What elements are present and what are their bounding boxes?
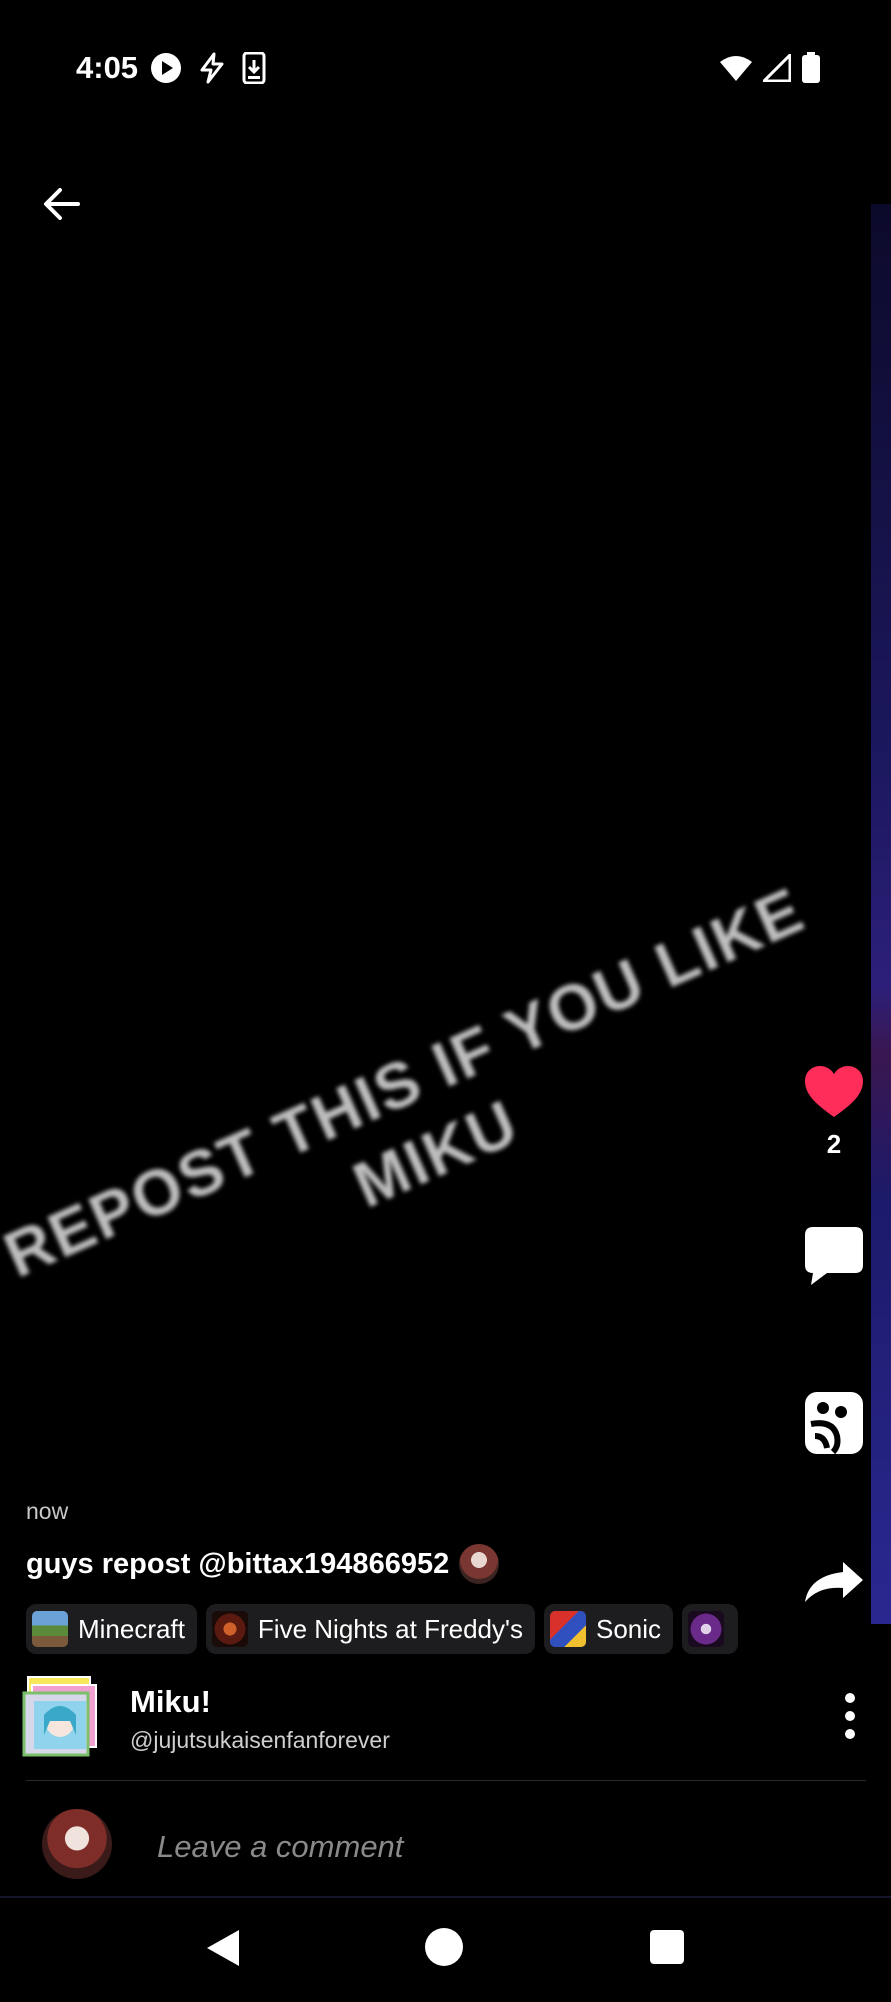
share-arrow-icon <box>805 1562 863 1602</box>
sonic-tag-icon <box>549 1611 586 1647</box>
back-arrow-icon[interactable] <box>38 180 86 228</box>
next-video-preview[interactable] <box>871 204 891 1624</box>
video-overlay-text: REPOST THIS IF YOU LIKE MIKU <box>0 864 863 1373</box>
minecraft-tag-icon <box>32 1611 68 1647</box>
like-count: 2 <box>826 1129 842 1159</box>
share-button[interactable] <box>803 1560 865 1604</box>
nav-back-icon[interactable] <box>205 1928 241 1968</box>
repost-button[interactable] <box>803 1390 865 1456</box>
overlay-line-1: REPOST THIS IF YOU LIKE <box>0 873 815 1292</box>
repost-icon <box>805 1392 863 1455</box>
mention-avatar[interactable] <box>459 1544 500 1584</box>
partial-tag-icon <box>688 1611 725 1647</box>
nav-recents-icon[interactable] <box>650 1930 684 1964</box>
post-time: now <box>26 1498 69 1524</box>
fnaf-tag-icon <box>211 1611 248 1647</box>
status-left-icons <box>150 52 266 84</box>
community-name[interactable]: Miku! <box>130 1684 211 1720</box>
comment-bubble-icon <box>805 1227 863 1285</box>
tag-fnaf[interactable]: Five Nights at Freddy's <box>205 1604 535 1654</box>
divider <box>26 1780 866 1781</box>
status-right-icons <box>719 52 821 84</box>
community-row[interactable]: Miku! @jujutsukaisenfanforever <box>22 1672 870 1762</box>
download-icon <box>242 52 266 84</box>
comment-input[interactable] <box>155 1826 799 1868</box>
user-avatar <box>42 1809 112 1879</box>
like-button[interactable]: 2 <box>803 1065 865 1160</box>
tag-partial[interactable] <box>682 1604 739 1654</box>
tag-list: Minecraft Five Nights at Freddy's Sonic <box>26 1604 739 1654</box>
caption-text[interactable]: guys repost @bittax194866952 <box>26 1548 449 1581</box>
nav-home-icon[interactable] <box>425 1928 463 1966</box>
battery-icon <box>802 52 820 83</box>
status-time: 4:05 <box>76 50 139 85</box>
flash-icon <box>200 52 224 84</box>
wifi-icon <box>720 56 752 81</box>
signal-icon <box>763 54 791 82</box>
heart-icon <box>805 1066 863 1117</box>
overlay-line-2: MIKU <box>342 1085 529 1222</box>
play-icon <box>151 53 181 83</box>
post-caption: guys repost @bittax194866952 <box>26 1544 500 1584</box>
tag-minecraft[interactable]: Minecraft <box>26 1604 197 1654</box>
community-avatar[interactable] <box>22 1675 104 1757</box>
tag-sonic[interactable]: Sonic <box>543 1604 674 1654</box>
comment-button[interactable] <box>803 1225 865 1287</box>
tag-label: Sonic <box>595 1613 662 1644</box>
community-handle[interactable]: @jujutsukaisenfanforever <box>130 1727 390 1754</box>
tag-label: Minecraft <box>78 1613 185 1644</box>
more-options-icon[interactable] <box>840 1692 860 1740</box>
tag-label: Five Nights at Freddy's <box>257 1613 523 1644</box>
